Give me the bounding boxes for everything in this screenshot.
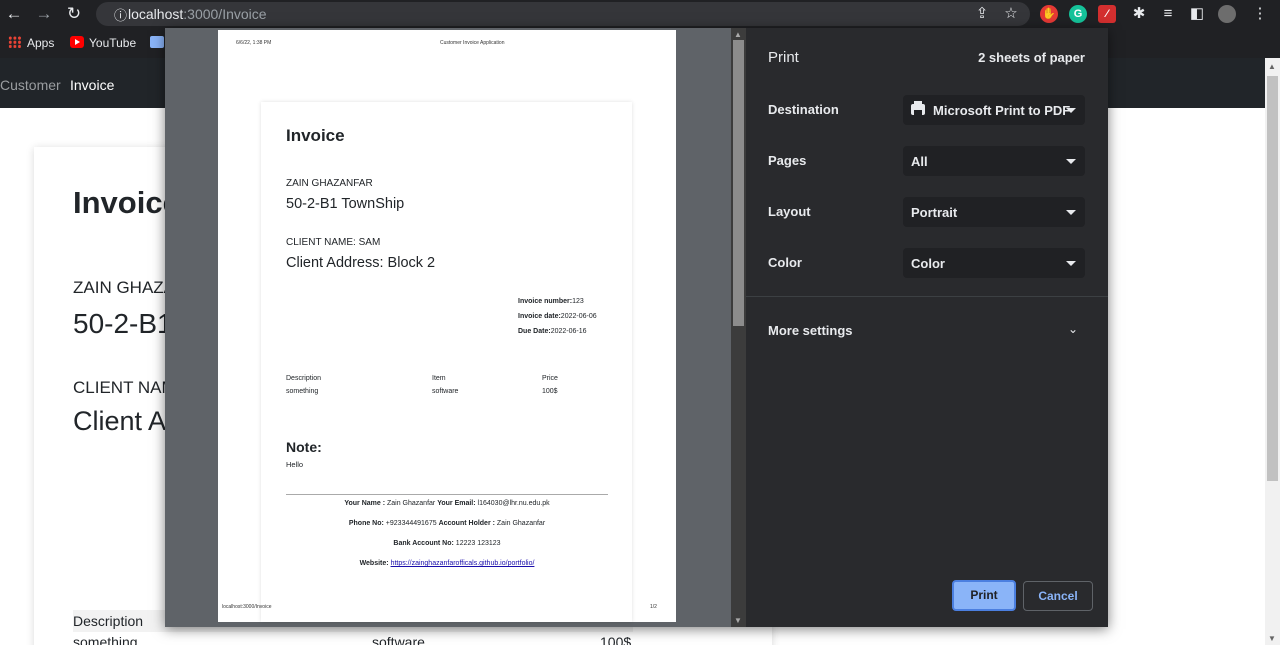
nav-customer-link[interactable]: Customer — [0, 77, 61, 93]
print-settings-panel: Print 2 sheets of paper Destination Micr… — [746, 28, 1108, 627]
extension-red-icon[interactable]: ⁄ — [1098, 5, 1116, 23]
preview-footer-name-email: Your Name : Zain Ghazanfar Your Email: l… — [344, 500, 550, 507]
apps-grid-icon — [8, 36, 22, 48]
more-settings-toggle[interactable]: More settings — [768, 323, 853, 338]
bookmark-youtube[interactable]: YouTube — [70, 35, 136, 51]
print-title: Print — [768, 49, 799, 66]
preview-scrollbar[interactable]: ▲ ▼ — [731, 28, 746, 627]
layout-label: Layout — [768, 204, 811, 219]
url-text: localhost:3000/Invoice — [128, 6, 267, 22]
preview-scrollbar-thumb[interactable] — [733, 40, 744, 326]
preview-invoice-number: Invoice number:123 — [518, 298, 584, 305]
preview-col-item: Item — [432, 375, 446, 382]
preview-scroll-down-icon[interactable]: ▼ — [734, 616, 742, 625]
print-button[interactable]: Print — [952, 580, 1016, 611]
chevron-down-icon[interactable]: ⌄ — [1068, 322, 1078, 336]
share-icon[interactable]: ⇪ — [972, 4, 992, 24]
print-dialog: 6/6/22, 1:38 PM Customer Invoice Applica… — [165, 28, 1108, 627]
layout-select[interactable]: Portrait — [903, 197, 1085, 227]
color-select[interactable]: Color — [903, 248, 1085, 278]
settings-divider — [746, 296, 1108, 297]
preview-footer-phone-holder: Phone No: +923344491675 Account Holder :… — [348, 520, 546, 527]
menu-kebab-icon[interactable]: ⋮ — [1250, 4, 1270, 24]
browser-toolbar: ← → ↻ ⓘ localhost:3000/Invoice ⇪ ☆ ✋ G ⁄… — [0, 0, 1280, 28]
address-bar[interactable]: ⓘ localhost:3000/Invoice — [96, 2, 1030, 26]
sheet-footer-url: localhost:3000/Invoice — [222, 604, 272, 610]
page-title: Invoice — [73, 185, 180, 220]
back-icon[interactable]: ← — [4, 4, 24, 24]
pages-select[interactable]: All — [903, 146, 1085, 176]
reading-list-icon[interactable]: ≡ — [1158, 4, 1178, 24]
preview-cell-description: something — [286, 388, 319, 395]
preview-col-description: Description — [286, 375, 322, 382]
preview-footer-bank: Bank Account No: 12223 123123 — [393, 540, 501, 547]
sheet-footer-page: 1/2 — [650, 604, 657, 610]
site-info-icon[interactable]: ⓘ — [114, 5, 127, 24]
destination-select[interactable]: Microsoft Print to PDF — [903, 95, 1085, 125]
preview-due-date: Due Date:2022-06-16 — [518, 328, 587, 335]
color-label: Color — [768, 255, 802, 270]
preview-cell-price: 100$ — [542, 388, 558, 395]
cancel-button[interactable]: Cancel — [1023, 581, 1093, 611]
preview-cell-item: software — [432, 388, 459, 395]
bookmark-favicon-icon — [150, 36, 164, 48]
print-preview-area: 6/6/22, 1:38 PM Customer Invoice Applica… — [165, 28, 746, 627]
page-scrollbar[interactable]: ▲ ▼ — [1265, 58, 1280, 645]
side-panel-icon[interactable]: ◧ — [1187, 4, 1207, 24]
printer-icon — [911, 101, 925, 115]
owner-name: ZAIN GHAZA — [73, 278, 176, 297]
preview-divider — [286, 494, 608, 495]
sheet-header-date: 6/6/22, 1:38 PM — [236, 40, 272, 46]
sheet-count: 2 sheets of paper — [978, 50, 1085, 65]
reload-icon[interactable]: ↻ — [64, 4, 84, 24]
extension-adblock-icon[interactable]: ✋ — [1040, 5, 1058, 23]
scrollbar-thumb[interactable] — [1267, 76, 1278, 481]
youtube-icon — [70, 36, 84, 48]
preview-invoice-date: Invoice date:2022-06-06 — [518, 313, 597, 320]
preview-footer-website: Website: https://zainghazanfarofficals.g… — [359, 560, 535, 567]
sheet-header-title: Customer Invoice Application — [440, 40, 505, 46]
bookmark-star-icon[interactable]: ☆ — [1001, 4, 1021, 24]
dropdown-caret-icon — [1066, 159, 1076, 164]
client-address: Client A — [73, 406, 167, 436]
destination-label: Destination — [768, 102, 839, 117]
nav-invoice-link[interactable]: Invoice — [70, 77, 114, 93]
preview-sheet: 6/6/22, 1:38 PM Customer Invoice Applica… — [218, 30, 676, 622]
forward-icon[interactable]: → — [34, 4, 54, 24]
pages-label: Pages — [768, 153, 807, 168]
dropdown-caret-icon — [1066, 108, 1076, 113]
scroll-up-arrow-icon[interactable]: ▲ — [1268, 62, 1276, 71]
preview-client-name: CLIENT NAME: SAM — [286, 237, 381, 248]
profile-avatar-icon[interactable] — [1218, 5, 1236, 23]
client-name: CLIENT NAM — [73, 378, 176, 397]
preview-note-title: Note: — [286, 439, 322, 455]
preview-owner-name: ZAIN GHAZANFAR — [286, 178, 373, 189]
extension-grammarly-icon[interactable]: G — [1069, 5, 1087, 23]
extensions-puzzle-icon[interactable]: ✱ — [1129, 4, 1149, 24]
dropdown-caret-icon — [1066, 261, 1076, 266]
preview-note-text: Hello — [286, 460, 304, 469]
preview-scroll-up-icon[interactable]: ▲ — [734, 30, 742, 39]
preview-invoice-title: Invoice — [286, 126, 345, 145]
preview-client-address: Client Address: Block 2 — [286, 255, 436, 271]
scroll-down-arrow-icon[interactable]: ▼ — [1268, 634, 1276, 643]
bookmark-apps[interactable]: Apps — [8, 35, 54, 51]
dropdown-caret-icon — [1066, 210, 1076, 215]
preview-col-price: Price — [542, 375, 558, 382]
preview-owner-address: 50-2-B1 TownShip — [286, 196, 405, 212]
preview-website-link[interactable]: https://zainghazanfarofficals.github.io/… — [391, 560, 535, 567]
owner-address: 50-2-B1 — [73, 308, 173, 339]
